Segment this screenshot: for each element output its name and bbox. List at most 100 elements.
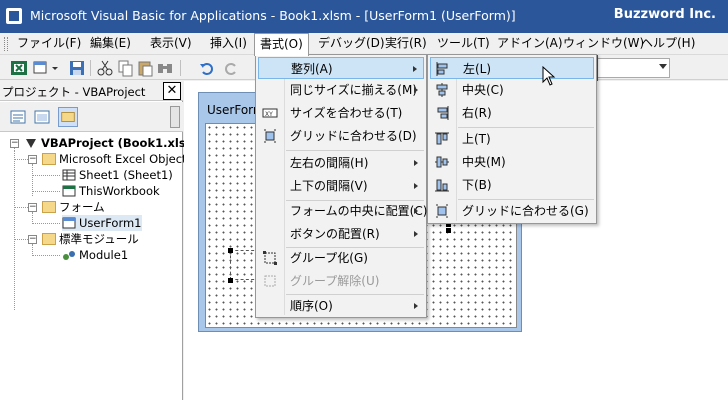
collapse-toggle[interactable]: − [10,139,19,148]
menu-file[interactable]: ファイル(F) [12,33,86,55]
tree-node-userform1[interactable]: UserForm1 [62,215,142,231]
menu-item-group[interactable]: グループ化(G) [258,247,424,269]
brand-label: Buzzword Inc. [613,7,716,22]
menu-tools[interactable]: ツール(T) [432,33,495,55]
menu-format[interactable]: 書式(O) [254,33,309,56]
submenu-arrow-icon [413,66,417,72]
ungroup-icon [264,275,276,287]
collapse-toggle[interactable]: − [28,203,37,212]
excel-icon[interactable] [10,59,28,77]
align-center-icon [436,83,448,97]
menu-item-order[interactable]: 順序(O) [258,295,424,317]
menu-item-arrange-buttons[interactable]: ボタンの配置(R) [258,223,424,245]
insert-userform-icon[interactable] [32,59,50,77]
menu-item-align-middle[interactable]: 中央(M) [430,151,594,173]
menu-item-align-to-grid[interactable]: グリッドに合わせる(G) [430,200,594,222]
paste-icon[interactable] [136,59,154,77]
align-submenu: 左(L) 中央(C) 右(R) 上(T) 中央(M) 下(B) グリッドに合わせ… [427,54,597,224]
project-title: プロジェクト - VBAProject [2,85,146,99]
project-header: プロジェクト - VBAProject ✕ [0,81,183,101]
align-top-icon [435,132,449,145]
module-icon [63,250,75,260]
menu-edit[interactable]: 編集(E) [85,33,136,55]
menu-bar: ファイル(F) 編集(E) 表示(V) 挿入(I) 書式(O) デバッグ(D) … [0,33,728,56]
selection-handle[interactable] [446,228,451,233]
tree-node-forms[interactable]: フォーム [42,199,105,215]
project-explorer: プロジェクト - VBAProject ✕ − VBAProject (Book… [0,81,203,400]
collapse-toggle[interactable]: − [28,155,37,164]
menu-item-ungroup[interactable]: グループ解除(U) [258,270,424,292]
tree-node-module1[interactable]: Module1 [62,247,128,263]
menu-debug[interactable]: デバッグ(D) [313,33,390,55]
menu-item-vertical-spacing[interactable]: 上下の間隔(V) [258,175,424,197]
workbook-icon [62,185,76,196]
selection-handle[interactable] [228,248,233,253]
project-tree: − VBAProject (Book1.xlsm) − Microsoft Ex… [0,134,203,400]
submenu-arrow-icon [414,303,418,309]
selection-handle[interactable] [228,278,233,283]
close-icon[interactable]: ✕ [163,82,181,100]
menu-item-align-top[interactable]: 上(T) [430,128,594,150]
sheet-icon [62,169,76,180]
align-right-icon [437,106,449,120]
project-toolbar-scroll[interactable] [170,106,180,128]
submenu-arrow-icon [414,231,418,237]
align-middle-icon [435,156,449,168]
userform-icon [62,217,76,228]
toolbar-location-combo[interactable] [596,58,670,78]
cut-icon[interactable] [96,59,114,77]
menu-run[interactable]: 実行(R) [380,33,432,55]
mouse-cursor-icon [542,66,556,86]
redo-icon[interactable] [222,59,240,77]
align-left-icon [436,62,448,76]
toolbar-separator [180,60,181,76]
menubar-grip [4,37,8,51]
menu-view[interactable]: 表示(V) [145,33,197,55]
undo-icon[interactable] [198,59,216,77]
menu-help[interactable]: ヘルプ(H) [636,33,700,55]
menu-item-align-center[interactable]: 中央(C) [430,79,594,101]
align-bottom-icon [435,179,449,192]
view-object-icon[interactable] [32,107,52,127]
save-icon[interactable] [68,59,86,77]
menu-item-align[interactable]: 整列(A) [258,57,424,79]
svg-text:XY: XY [265,111,273,118]
project-toolbar [0,102,183,132]
toggle-folders-icon[interactable] [58,107,78,127]
menu-item-align-right[interactable]: 右(R) [430,102,594,124]
collapse-toggle[interactable]: − [28,235,37,244]
menu-item-make-same-size[interactable]: 同じサイズに揃える(M) [258,79,424,101]
menu-addins[interactable]: アドイン(A) [492,33,568,55]
menu-item-center-in-form[interactable]: フォームの中央に配置(C) [258,200,427,222]
toolbar-separator [90,60,91,76]
format-menu: 整列(A) 同じサイズに揃える(M) XY サイズを合わせる(T) グリッドに合… [255,54,427,318]
menu-item-snap-to-grid[interactable]: グリッドに合わせる(D) [258,125,424,147]
menu-separator [286,150,424,151]
menu-insert[interactable]: 挿入(I) [205,33,252,55]
copy-icon[interactable] [116,59,134,77]
folder-icon [42,200,56,213]
chevron-down-icon [659,64,667,69]
submenu-arrow-icon [414,208,418,214]
submenu-arrow-icon [414,160,418,166]
menu-item-horizontal-spacing[interactable]: 左右の間隔(H) [258,152,424,174]
window-title: Microsoft Visual Basic for Applications … [30,8,516,23]
menu-item-size-to-fit[interactable]: XY サイズを合わせる(T) [258,102,424,124]
submenu-arrow-icon [414,87,418,93]
chevron-down-icon[interactable] [50,59,60,77]
tree-node-vbaproject[interactable]: VBAProject (Book1.xlsm) [24,135,203,151]
title-bar: Microsoft Visual Basic for Applications … [0,0,728,33]
size-to-fit-icon: XY [262,108,278,118]
tree-node-thisworkbook[interactable]: ThisWorkbook [62,183,160,199]
snap-grid-icon [264,129,276,143]
tree-node-sheet1[interactable]: Sheet1 (Sheet1) [62,167,173,183]
vbaproject-icon [26,138,36,148]
find-icon[interactable] [156,59,174,77]
view-code-icon[interactable] [8,107,28,127]
tree-node-excel-objects[interactable]: Microsoft Excel Objects [42,151,193,167]
folder-icon [42,232,56,245]
snap-grid-icon [436,204,448,218]
menu-item-align-bottom[interactable]: 下(B) [430,174,594,196]
menu-item-align-left[interactable]: 左(L) [430,57,594,79]
tree-node-standard-modules[interactable]: 標準モジュール [42,231,139,247]
